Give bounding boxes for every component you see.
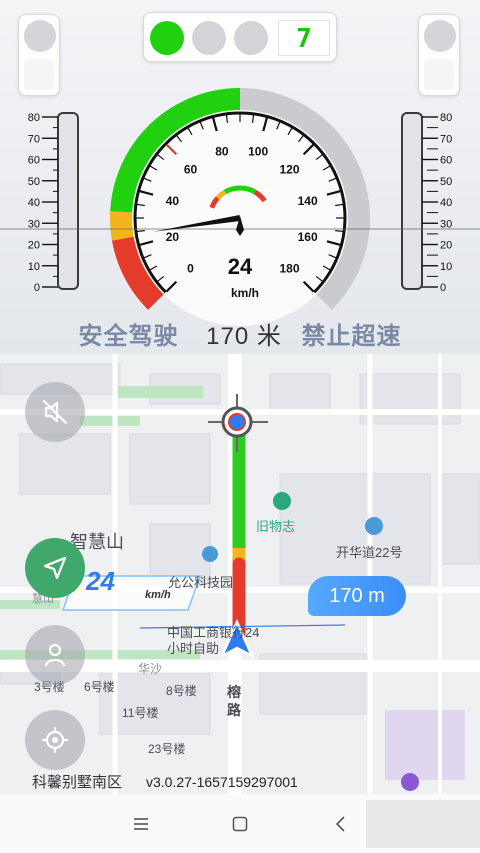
bar-tick-label: 40 bbox=[28, 197, 40, 209]
navigation-arrow-icon bbox=[43, 556, 67, 580]
back-chevron-icon bbox=[335, 816, 345, 832]
speaker-muted-icon bbox=[42, 399, 68, 425]
back-button[interactable] bbox=[329, 812, 353, 836]
bar-tick-label: 60 bbox=[28, 155, 40, 167]
bar-tick-label: 0 bbox=[34, 282, 40, 294]
bar-tick-label: 40 bbox=[440, 197, 452, 209]
label-b8: 8号楼 bbox=[166, 684, 197, 698]
speedometer-gauge: 80706050403020100 80706050403020100 0204… bbox=[0, 88, 480, 326]
label-b23: 23号楼 bbox=[148, 742, 186, 756]
dial-label: 160 bbox=[298, 230, 318, 244]
map-view[interactable]: 24 km/h 智慧山 旧物志 开华道22号 允公科技园 中国工商银行24 小时… bbox=[0, 354, 480, 794]
menu-lines-icon bbox=[134, 818, 148, 830]
locate-button[interactable] bbox=[25, 710, 85, 770]
zone-segment-1 bbox=[110, 211, 136, 241]
person-icon bbox=[44, 643, 66, 667]
watermark-area bbox=[366, 800, 480, 848]
label-kaihua: 开华道22号 bbox=[336, 545, 403, 560]
navigation-button[interactable] bbox=[25, 538, 85, 598]
bar-tick-label: 50 bbox=[440, 176, 452, 188]
safety-notice: 安全驾驶 170 米 禁止超速 bbox=[0, 316, 480, 351]
distance-callout: 170 m bbox=[308, 576, 406, 616]
bar-tick-label: 80 bbox=[28, 112, 40, 124]
dial-label: 40 bbox=[166, 194, 180, 208]
label-b11: 11号楼 bbox=[122, 706, 159, 720]
notice-prefix: 安全驾驶 bbox=[78, 323, 179, 350]
label-bank-2: 小时自助 bbox=[167, 641, 220, 656]
dial-label: 60 bbox=[184, 163, 198, 177]
label-b6: 6号楼 bbox=[84, 680, 115, 694]
left-level-bar: 80 70 60 50 40 30 20 10 0 bbox=[28, 112, 79, 294]
bar-tick-label: 30 bbox=[440, 218, 452, 230]
dashboard-panel: 7 80 70 60 50 40 30 20 10 0 80 70 60 50 40 30 20 10 0 02… bbox=[0, 0, 480, 354]
label-district: 科馨别墅南区 bbox=[32, 774, 123, 791]
home-square-icon bbox=[232, 816, 248, 832]
menu-button[interactable] bbox=[129, 812, 153, 836]
system-navigation-bar bbox=[0, 794, 480, 853]
notice-suffix: 禁止超速 bbox=[301, 323, 402, 350]
label-jiuwu: 旧物志 bbox=[256, 519, 296, 534]
bar-tick-label: 80 bbox=[440, 112, 452, 124]
dial-label: 140 bbox=[298, 194, 318, 208]
bar-tick-label: 70 bbox=[440, 133, 452, 145]
home-button[interactable] bbox=[228, 812, 252, 836]
bar-tick-label: 30 bbox=[28, 218, 40, 230]
dial-label: 80 bbox=[215, 144, 229, 158]
overlay-speed: 24 bbox=[85, 566, 115, 596]
bar-tick-label: 0 bbox=[440, 282, 446, 294]
notice-distance: 170 米 bbox=[206, 323, 282, 350]
label-huasha: 华沙 bbox=[138, 662, 163, 676]
bar-tick-label: 50 bbox=[28, 176, 40, 188]
locate-target-icon bbox=[42, 727, 68, 753]
profile-button[interactable] bbox=[25, 625, 85, 685]
label-rong-1: 榕 bbox=[227, 684, 241, 700]
label-keji: 允公科技园 bbox=[168, 575, 234, 590]
bar-tick-label: 20 bbox=[28, 240, 40, 252]
bar-tick-label: 10 bbox=[440, 261, 452, 273]
dial-label: 0 bbox=[187, 261, 194, 275]
bar-tick-label: 60 bbox=[440, 155, 452, 167]
label-rong-2: 路 bbox=[227, 702, 241, 718]
mute-button[interactable] bbox=[25, 382, 85, 442]
bar-tick-label: 20 bbox=[440, 240, 452, 252]
speed-unit: km/h bbox=[231, 286, 259, 300]
dial-label: 180 bbox=[279, 261, 299, 275]
right-level-bar: 80 70 60 50 40 30 20 10 0 bbox=[401, 112, 452, 294]
speed-readout: 24 bbox=[228, 254, 253, 279]
dial-label: 120 bbox=[279, 163, 299, 177]
dial-label: 100 bbox=[248, 144, 268, 158]
bar-tick-label: 10 bbox=[28, 261, 40, 273]
version-label: v3.0.27-1657159297001 bbox=[146, 774, 298, 790]
dial-label: 20 bbox=[166, 230, 180, 244]
bar-tick-label: 70 bbox=[28, 133, 40, 145]
